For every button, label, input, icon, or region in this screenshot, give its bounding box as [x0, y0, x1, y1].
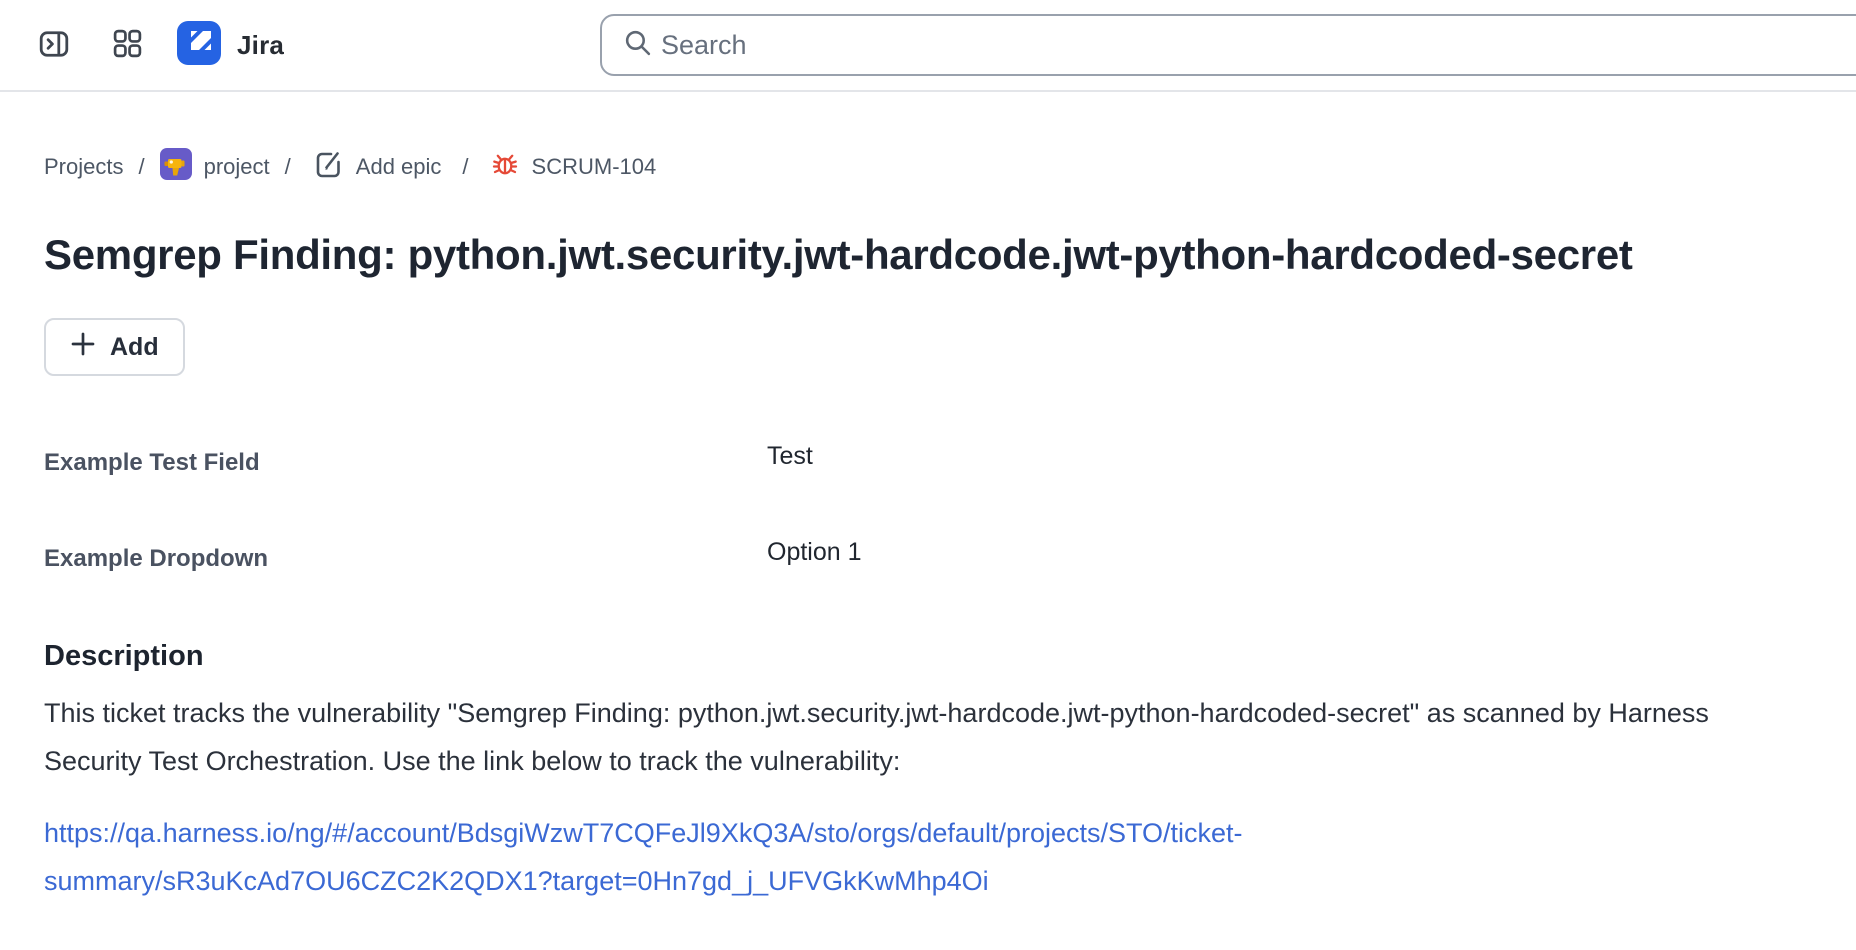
breadcrumb-projects[interactable]: Projects [44, 154, 123, 180]
field-label: Example Dropdown [44, 544, 767, 574]
field-label: Example Test Field [44, 448, 767, 478]
add-button[interactable]: Add [44, 318, 185, 376]
sidebar-toggle-button[interactable] [38, 28, 70, 63]
breadcrumb-issue-key-label: SCRUM-104 [532, 154, 657, 180]
breadcrumb-project-label: project [204, 154, 270, 180]
breadcrumb-add-epic-label: Add epic [356, 154, 442, 180]
vulnerability-link[interactable]: https://qa.harness.io/ng/#/account/Bdsgi… [44, 809, 1474, 905]
breadcrumb-issue-key[interactable]: SCRUM-104 [490, 148, 657, 186]
description-heading: Description [44, 640, 1786, 673]
custom-fields: Example Test Field Test Example Dropdown… [44, 448, 1786, 574]
edit-pencil-icon [312, 148, 344, 186]
field-row: Example Test Field Test [44, 448, 1786, 478]
jira-home-link[interactable]: Jira [177, 21, 284, 70]
field-value[interactable]: Test [767, 441, 813, 471]
breadcrumb-projects-label: Projects [44, 154, 123, 180]
project-avatar-icon [160, 148, 192, 186]
apps-grid-icon [112, 28, 143, 62]
breadcrumb-project[interactable]: project [160, 148, 270, 186]
global-search-box[interactable] [600, 14, 1856, 76]
search-input[interactable] [661, 30, 1856, 61]
sidebar-expand-icon [38, 28, 70, 63]
description-text: This ticket tracks the vulnerability "Se… [44, 689, 1764, 785]
breadcrumb: Projects / project / [44, 148, 1786, 186]
field-row: Example Dropdown Option 1 [44, 544, 1786, 574]
top-navigation-bar: Jira [0, 0, 1856, 92]
plus-icon [70, 331, 96, 364]
field-value[interactable]: Option 1 [767, 537, 862, 567]
breadcrumb-separator: / [285, 154, 291, 180]
jira-logo-icon [177, 21, 221, 70]
breadcrumb-add-epic[interactable]: Add epic [312, 148, 442, 186]
bug-issue-type-icon [490, 148, 520, 186]
description-section: Description This ticket tracks the vulne… [44, 640, 1786, 905]
add-button-label: Add [110, 333, 159, 362]
issue-view: Projects / project / [0, 148, 1856, 905]
issue-title[interactable]: Semgrep Finding: python.jwt.security.jwt… [44, 226, 1786, 284]
breadcrumb-separator: / [462, 154, 468, 180]
app-name: Jira [237, 30, 284, 61]
search-icon [622, 27, 653, 63]
app-switcher-button[interactable] [112, 28, 143, 62]
breadcrumb-separator: / [138, 154, 144, 180]
